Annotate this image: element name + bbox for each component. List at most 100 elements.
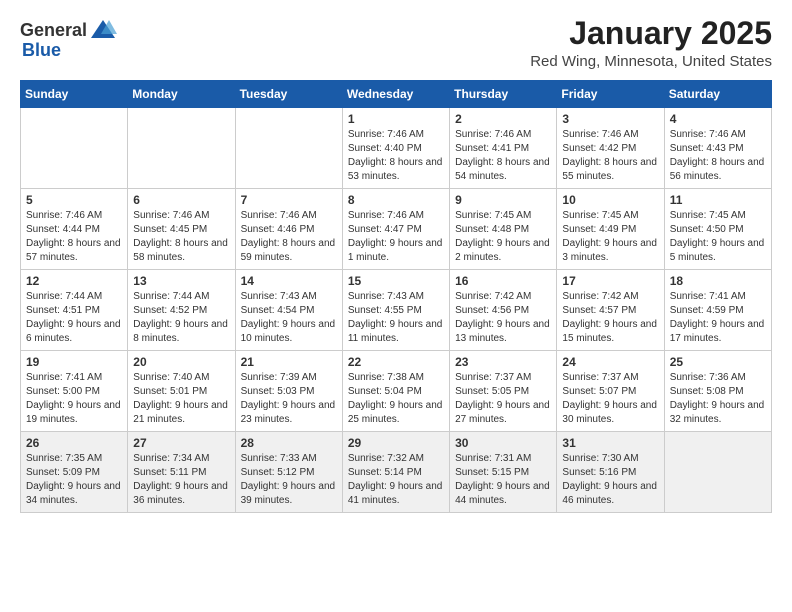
day-number: 19 [26,355,122,369]
day-number: 31 [562,436,658,450]
day-number: 25 [670,355,766,369]
calendar-cell: 27 Sunrise: 7:34 AM Sunset: 5:11 PM Dayli… [128,432,235,513]
day-info: Sunrise: 7:31 AM Sunset: 5:15 PM Dayligh… [455,452,551,508]
day-info: Sunrise: 7:41 AM Sunset: 5:00 PM Dayligh… [26,371,122,427]
day-info: Sunrise: 7:41 AM Sunset: 4:59 PM Dayligh… [670,290,766,346]
calendar-cell: 10 Sunrise: 7:45 AM Sunset: 4:49 PM Dayli… [557,189,664,270]
calendar-cell: 18 Sunrise: 7:41 AM Sunset: 4:59 PM Dayli… [664,270,771,351]
logo-icon [89,16,117,44]
day-number: 13 [133,274,229,288]
month-title: January 2025 [530,16,772,51]
day-number: 5 [26,193,122,207]
calendar-cell: 23 Sunrise: 7:37 AM Sunset: 5:05 PM Dayli… [450,351,557,432]
day-info: Sunrise: 7:46 AM Sunset: 4:40 PM Dayligh… [348,128,444,184]
calendar-cell: 28 Sunrise: 7:33 AM Sunset: 5:12 PM Dayli… [235,432,342,513]
col-friday: Friday [557,81,664,108]
day-info: Sunrise: 7:30 AM Sunset: 5:16 PM Dayligh… [562,452,658,508]
day-info: Sunrise: 7:34 AM Sunset: 5:11 PM Dayligh… [133,452,229,508]
day-number: 30 [455,436,551,450]
logo-general-text: General [20,20,87,41]
calendar-cell: 4 Sunrise: 7:46 AM Sunset: 4:43 PM Daylig… [664,108,771,189]
day-info: Sunrise: 7:45 AM Sunset: 4:48 PM Dayligh… [455,209,551,265]
day-info: Sunrise: 7:43 AM Sunset: 4:54 PM Dayligh… [241,290,337,346]
day-number: 20 [133,355,229,369]
day-number: 18 [670,274,766,288]
day-number: 8 [348,193,444,207]
calendar-cell: 3 Sunrise: 7:46 AM Sunset: 4:42 PM Daylig… [557,108,664,189]
day-info: Sunrise: 7:39 AM Sunset: 5:03 PM Dayligh… [241,371,337,427]
calendar-cell: 13 Sunrise: 7:44 AM Sunset: 4:52 PM Dayli… [128,270,235,351]
day-number: 10 [562,193,658,207]
calendar-cell: 26Sunrise: 7:35 AM Sunset: 5:09 PM Dayli… [21,432,128,513]
title-block: January 2025 Red Wing, Minnesota, United… [530,16,772,70]
calendar-week-row-4: 19 Sunrise: 7:41 AM Sunset: 5:00 PM Dayli… [21,351,772,432]
calendar-cell: 21Sunrise: 7:39 AM Sunset: 5:03 PM Dayli… [235,351,342,432]
day-number: 4 [670,112,766,126]
day-info: Sunrise: 7:33 AM Sunset: 5:12 PM Dayligh… [241,452,337,508]
calendar-week-row-3: 12Sunrise: 7:44 AM Sunset: 4:51 PM Dayli… [21,270,772,351]
day-number: 1 [348,112,444,126]
day-info: Sunrise: 7:46 AM Sunset: 4:45 PM Dayligh… [133,209,229,265]
calendar-header-row: Sunday Monday Tuesday Wednesday Thursday… [21,81,772,108]
day-number: 23 [455,355,551,369]
day-info: Sunrise: 7:46 AM Sunset: 4:47 PM Dayligh… [348,209,444,265]
calendar-cell: 20Sunrise: 7:40 AM Sunset: 5:01 PM Dayli… [128,351,235,432]
day-number: 17 [562,274,658,288]
calendar-cell: 24 Sunrise: 7:37 AM Sunset: 5:07 PM Dayli… [557,351,664,432]
calendar-cell: 31 Sunrise: 7:30 AM Sunset: 5:16 PM Dayli… [557,432,664,513]
logo: General Blue [20,16,119,61]
calendar-cell: 6 Sunrise: 7:46 AM Sunset: 4:45 PM Daylig… [128,189,235,270]
day-number: 15 [348,274,444,288]
calendar-week-row-1: 1 Sunrise: 7:46 AM Sunset: 4:40 PM Daylig… [21,108,772,189]
day-number: 22 [348,355,444,369]
day-info: Sunrise: 7:46 AM Sunset: 4:43 PM Dayligh… [670,128,766,184]
calendar-cell: 9Sunrise: 7:45 AM Sunset: 4:48 PM Daylig… [450,189,557,270]
day-info: Sunrise: 7:46 AM Sunset: 4:42 PM Dayligh… [562,128,658,184]
calendar-cell [128,108,235,189]
calendar-cell: 1 Sunrise: 7:46 AM Sunset: 4:40 PM Daylig… [342,108,449,189]
calendar-cell [664,432,771,513]
day-number: 27 [133,436,229,450]
calendar-cell: 11Sunrise: 7:45 AM Sunset: 4:50 PM Dayli… [664,189,771,270]
page-container: General Blue January 2025 Red Wing, Minn… [0,0,792,523]
day-info: Sunrise: 7:37 AM Sunset: 5:05 PM Dayligh… [455,371,551,427]
calendar-cell [21,108,128,189]
calendar-table: Sunday Monday Tuesday Wednesday Thursday… [20,80,772,513]
day-number: 6 [133,193,229,207]
day-info: Sunrise: 7:45 AM Sunset: 4:49 PM Dayligh… [562,209,658,265]
day-number: 24 [562,355,658,369]
header: General Blue January 2025 Red Wing, Minn… [20,16,772,70]
calendar-cell: 19 Sunrise: 7:41 AM Sunset: 5:00 PM Dayli… [21,351,128,432]
col-saturday: Saturday [664,81,771,108]
day-number: 28 [241,436,337,450]
col-tuesday: Tuesday [235,81,342,108]
day-number: 2 [455,112,551,126]
calendar-week-row-2: 5 Sunrise: 7:46 AM Sunset: 4:44 PM Daylig… [21,189,772,270]
day-number: 3 [562,112,658,126]
day-info: Sunrise: 7:32 AM Sunset: 5:14 PM Dayligh… [348,452,444,508]
calendar-cell: 14Sunrise: 7:43 AM Sunset: 4:54 PM Dayli… [235,270,342,351]
calendar-week-row-5: 26Sunrise: 7:35 AM Sunset: 5:09 PM Dayli… [21,432,772,513]
col-wednesday: Wednesday [342,81,449,108]
day-info: Sunrise: 7:43 AM Sunset: 4:55 PM Dayligh… [348,290,444,346]
day-info: Sunrise: 7:42 AM Sunset: 4:57 PM Dayligh… [562,290,658,346]
day-info: Sunrise: 7:38 AM Sunset: 5:04 PM Dayligh… [348,371,444,427]
day-info: Sunrise: 7:45 AM Sunset: 4:50 PM Dayligh… [670,209,766,265]
day-number: 16 [455,274,551,288]
day-number: 29 [348,436,444,450]
calendar-cell: 16Sunrise: 7:42 AM Sunset: 4:56 PM Dayli… [450,270,557,351]
day-number: 12 [26,274,122,288]
col-sunday: Sunday [21,81,128,108]
day-info: Sunrise: 7:44 AM Sunset: 4:52 PM Dayligh… [133,290,229,346]
day-info: Sunrise: 7:36 AM Sunset: 5:08 PM Dayligh… [670,371,766,427]
calendar-cell: 15 Sunrise: 7:43 AM Sunset: 4:55 PM Dayli… [342,270,449,351]
day-info: Sunrise: 7:46 AM Sunset: 4:44 PM Dayligh… [26,209,122,265]
col-thursday: Thursday [450,81,557,108]
calendar-cell: 30 Sunrise: 7:31 AM Sunset: 5:15 PM Dayli… [450,432,557,513]
day-info: Sunrise: 7:37 AM Sunset: 5:07 PM Dayligh… [562,371,658,427]
calendar-cell: 29 Sunrise: 7:32 AM Sunset: 5:14 PM Dayli… [342,432,449,513]
calendar-cell [235,108,342,189]
calendar-cell: 17 Sunrise: 7:42 AM Sunset: 4:57 PM Dayli… [557,270,664,351]
col-monday: Monday [128,81,235,108]
calendar-cell: 12Sunrise: 7:44 AM Sunset: 4:51 PM Dayli… [21,270,128,351]
